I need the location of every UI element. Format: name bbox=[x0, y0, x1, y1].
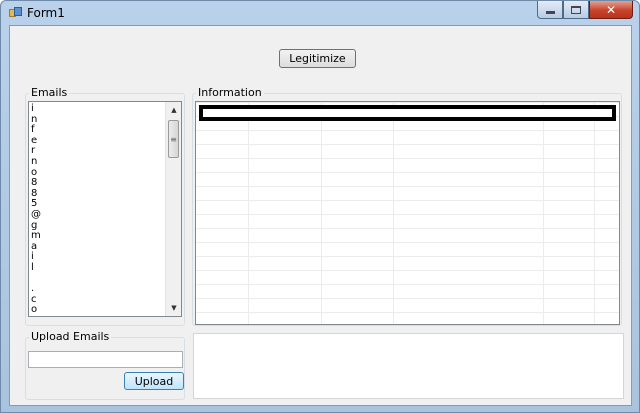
list-item[interactable]: n bbox=[31, 156, 167, 168]
list-item[interactable]: 8 bbox=[31, 178, 167, 189]
upload-button[interactable]: Upload bbox=[124, 372, 184, 390]
list-item[interactable]: 8 bbox=[31, 188, 167, 200]
list-item[interactable]: l bbox=[31, 262, 167, 274]
list-item[interactable]: e bbox=[31, 135, 167, 147]
grid-column-line bbox=[543, 102, 544, 324]
list-item[interactable]: 5 bbox=[31, 199, 167, 210]
list-item[interactable]: o bbox=[31, 305, 167, 316]
list-item[interactable]: c bbox=[31, 294, 167, 306]
caption-buttons: ✕ bbox=[537, 1, 633, 20]
list-item[interactable]: r bbox=[31, 146, 167, 157]
list-item[interactable]: . bbox=[31, 283, 167, 295]
grid-selected-row[interactable] bbox=[199, 105, 616, 121]
maximize-icon bbox=[571, 5, 581, 14]
output-panel bbox=[193, 333, 624, 399]
form-client-area: Legitimize Emails Information Upload Ema… bbox=[9, 25, 632, 406]
app-window: Form1 ✕ Legitimize Emails Information Up… bbox=[0, 0, 640, 413]
grid-column-line bbox=[594, 102, 595, 324]
list-item[interactable]: a bbox=[31, 241, 167, 253]
list-item[interactable]: m bbox=[31, 315, 167, 316]
upload-emails-group-label: Upload Emails bbox=[29, 330, 112, 343]
emails-list-items: inferno885@gmail. com bbox=[31, 103, 167, 316]
list-item[interactable]: n bbox=[31, 114, 167, 126]
close-button[interactable]: ✕ bbox=[589, 1, 633, 19]
upload-emails-group: Upload Emails bbox=[25, 331, 185, 400]
list-item[interactable]: f bbox=[31, 125, 167, 136]
list-item[interactable]: o bbox=[31, 167, 167, 179]
list-item[interactable]: g bbox=[31, 220, 167, 232]
title-bar[interactable]: Form1 ✕ bbox=[1, 1, 639, 25]
list-item[interactable] bbox=[31, 274, 167, 285]
list-item[interactable]: i bbox=[31, 103, 167, 115]
emails-listbox[interactable]: inferno885@gmail. com ▲ ≡ ▼ bbox=[28, 101, 182, 317]
emails-group-label: Emails bbox=[29, 86, 70, 99]
grid-column-line bbox=[248, 102, 249, 324]
list-item[interactable]: i bbox=[31, 252, 167, 263]
scroll-thumb[interactable]: ≡ bbox=[168, 120, 179, 158]
scroll-down-icon[interactable]: ▼ bbox=[166, 300, 181, 316]
list-item[interactable]: m bbox=[31, 231, 167, 242]
minimize-button[interactable] bbox=[537, 1, 563, 19]
grip-icon: ≡ bbox=[170, 134, 177, 144]
information-group-label: Information bbox=[196, 86, 264, 99]
emails-scrollbar[interactable]: ▲ ≡ ▼ bbox=[165, 102, 181, 316]
upload-emails-input[interactable] bbox=[28, 351, 183, 368]
list-item[interactable]: @ bbox=[31, 209, 167, 221]
window-title: Form1 bbox=[27, 6, 65, 20]
legitimize-button[interactable]: Legitimize bbox=[279, 49, 356, 68]
app-icon bbox=[9, 7, 23, 19]
minimize-icon bbox=[545, 11, 555, 14]
maximize-button[interactable] bbox=[563, 1, 589, 19]
close-icon: ✕ bbox=[605, 2, 617, 17]
information-grid[interactable] bbox=[195, 101, 620, 325]
grid-column-line bbox=[393, 102, 394, 324]
grid-column-line bbox=[321, 102, 322, 324]
scroll-up-icon[interactable]: ▲ bbox=[166, 102, 181, 118]
